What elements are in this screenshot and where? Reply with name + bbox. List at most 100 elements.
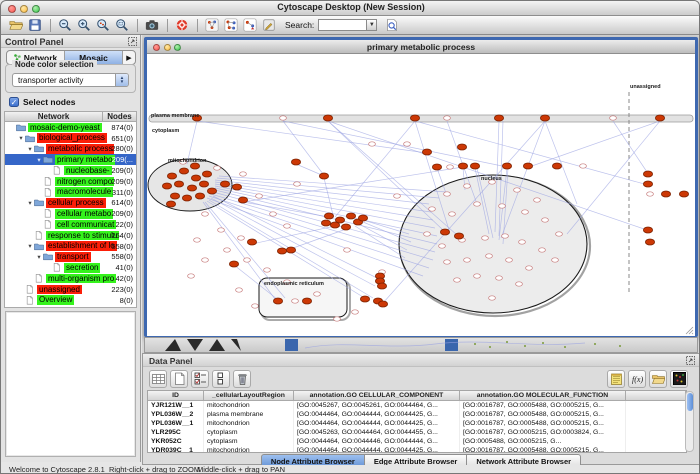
- graph-node-open[interactable]: [424, 232, 431, 236]
- graph-node[interactable]: [422, 149, 431, 155]
- vizmap-icon[interactable]: [223, 17, 240, 33]
- table-row[interactable]: YJR121W__1mitochondrion[GO:0045267, GO:0…: [148, 401, 686, 410]
- graph-edge[interactable]: [613, 121, 649, 175]
- graph-node-open[interactable]: [280, 116, 287, 120]
- graph-node-open[interactable]: [236, 288, 243, 292]
- network-view-titlebar[interactable]: primary metabolic process: [147, 40, 695, 54]
- graph-edge[interactable]: [415, 121, 648, 185]
- graph-node-open[interactable]: [194, 238, 201, 242]
- graph-node[interactable]: [540, 115, 549, 121]
- graph-node[interactable]: [643, 227, 652, 233]
- graph-node-open[interactable]: [506, 258, 513, 262]
- graph-node-open[interactable]: [188, 274, 195, 278]
- graph-edge[interactable]: [215, 188, 437, 236]
- graph-node[interactable]: [277, 248, 286, 254]
- graph-node[interactable]: [346, 213, 355, 219]
- graph-node[interactable]: [170, 193, 179, 199]
- table-row[interactable]: YPL036W__2plasma membrane[GO:0044464, GO…: [148, 410, 686, 419]
- graph-node-open[interactable]: [352, 310, 359, 314]
- attribute-matrix-icon[interactable]: [149, 370, 167, 388]
- expander-icon[interactable]: ▾: [26, 242, 34, 250]
- graph-node-open[interactable]: [202, 258, 209, 262]
- graph-node[interactable]: [199, 181, 208, 187]
- graph-node-open[interactable]: [516, 282, 523, 286]
- graph-node-open[interactable]: [526, 266, 533, 270]
- expander-icon[interactable]: ▾: [26, 199, 34, 207]
- graph-node[interactable]: [191, 175, 200, 181]
- graph-node[interactable]: [655, 115, 664, 121]
- graph-node[interactable]: [174, 181, 183, 187]
- graph-node-open[interactable]: [394, 194, 401, 198]
- graph-node[interactable]: [229, 261, 238, 267]
- annotation-icon[interactable]: [261, 17, 278, 33]
- graph-node-open[interactable]: [444, 260, 451, 264]
- graph-node-open[interactable]: [542, 218, 549, 222]
- graph-node-open[interactable]: [270, 212, 277, 216]
- tree-header-nodes[interactable]: Nodes: [102, 111, 137, 122]
- tree-row-transport[interactable]: ▾transport558(0): [5, 252, 136, 263]
- tab-node-attribute-browser[interactable]: Node Attribute Browser: [261, 454, 365, 465]
- tree-row-response-to-stimulu[interactable]: response to stimulu264(0): [5, 230, 136, 241]
- graph-node[interactable]: [470, 163, 479, 169]
- graph-node-open[interactable]: [449, 212, 456, 216]
- graph-node-open[interactable]: [252, 304, 259, 308]
- graph-edge[interactable]: [328, 121, 443, 230]
- graph-node[interactable]: [661, 191, 670, 197]
- graph-node-open[interactable]: [534, 198, 541, 202]
- graph-node[interactable]: [319, 173, 328, 179]
- expander-icon[interactable]: ▾: [26, 145, 34, 153]
- graph-node[interactable]: [323, 115, 332, 121]
- graph-node[interactable]: [207, 188, 216, 194]
- column-header[interactable]: annotation.GO CELLULAR_COMPONENT: [294, 391, 460, 401]
- graph-node[interactable]: [679, 191, 688, 197]
- graph-edge[interactable]: [252, 226, 335, 244]
- graph-node[interactable]: [273, 298, 282, 304]
- filter-icon[interactable]: [242, 17, 259, 33]
- graph-node[interactable]: [167, 173, 176, 179]
- graph-node-open[interactable]: [482, 236, 489, 240]
- graph-node-open[interactable]: [224, 248, 231, 252]
- graph-node[interactable]: [220, 181, 229, 187]
- graph-node[interactable]: [458, 163, 467, 169]
- graph-edge[interactable]: [197, 121, 427, 153]
- background-window-sliver[interactable]: [144, 337, 698, 353]
- graph-edge[interactable]: [529, 121, 660, 167]
- graph-node-open[interactable]: [240, 172, 247, 176]
- graph-node[interactable]: [195, 193, 204, 199]
- node-color-dropdown[interactable]: transporter activity ▲▼: [12, 73, 129, 87]
- graph-node[interactable]: [166, 201, 175, 207]
- import-attributes-icon[interactable]: [649, 370, 667, 388]
- graph-node[interactable]: [494, 115, 503, 121]
- graph-edge[interactable]: [243, 202, 329, 217]
- graph-node-open[interactable]: [429, 207, 436, 211]
- scrollbar-thumb[interactable]: [687, 393, 693, 411]
- tree-row-overview[interactable]: Overview8(0): [5, 295, 136, 306]
- zoom-selected-icon[interactable]: [95, 17, 112, 33]
- table-row[interactable]: YKR052Ccytoplasm[GO:0044464, GO:0044446,…: [148, 437, 686, 446]
- graph-node-open[interactable]: [464, 258, 471, 262]
- graph-node[interactable]: [358, 215, 367, 221]
- graph-node[interactable]: [291, 159, 300, 165]
- tree-row-mosaic-demo-yeast[interactable]: mosaic-demo-yeast874(0): [5, 122, 136, 133]
- tab-network-attribute-browser[interactable]: Network Attribute Browser: [467, 454, 581, 465]
- tree-row-cell-communicat[interactable]: cell communicat22(0): [5, 219, 136, 230]
- graph-node[interactable]: [232, 184, 241, 190]
- table-row[interactable]: YLR295Ccytoplasm[GO:0045263, GO:0044464,…: [148, 428, 686, 437]
- float-data-panel-icon[interactable]: [686, 356, 695, 365]
- graph-node[interactable]: [202, 171, 211, 177]
- graph-node-open[interactable]: [474, 274, 481, 278]
- graph-node-open[interactable]: [218, 228, 225, 232]
- column-header[interactable]: annotation.GO MOLECULAR_FUNCTION: [460, 391, 626, 401]
- column-header[interactable]: ID: [148, 391, 204, 401]
- tree-row-multi-organism-pro[interactable]: multi-organism pro42(0): [5, 273, 136, 284]
- graph-node[interactable]: [360, 296, 369, 302]
- graph-node-open[interactable]: [552, 258, 559, 262]
- tab-edge-attribute-browser[interactable]: Edge Attribute Browser: [365, 454, 467, 465]
- graph-node-open[interactable]: [556, 232, 563, 236]
- graph-node-open[interactable]: [444, 116, 451, 120]
- graph-node-open[interactable]: [514, 188, 521, 192]
- graph-node[interactable]: [238, 197, 247, 203]
- graph-edge[interactable]: [211, 194, 433, 260]
- delete-attribute-icon[interactable]: [233, 370, 251, 388]
- table-row[interactable]: YPL036W__1mitochondrion[GO:0044464, GO:0…: [148, 419, 686, 428]
